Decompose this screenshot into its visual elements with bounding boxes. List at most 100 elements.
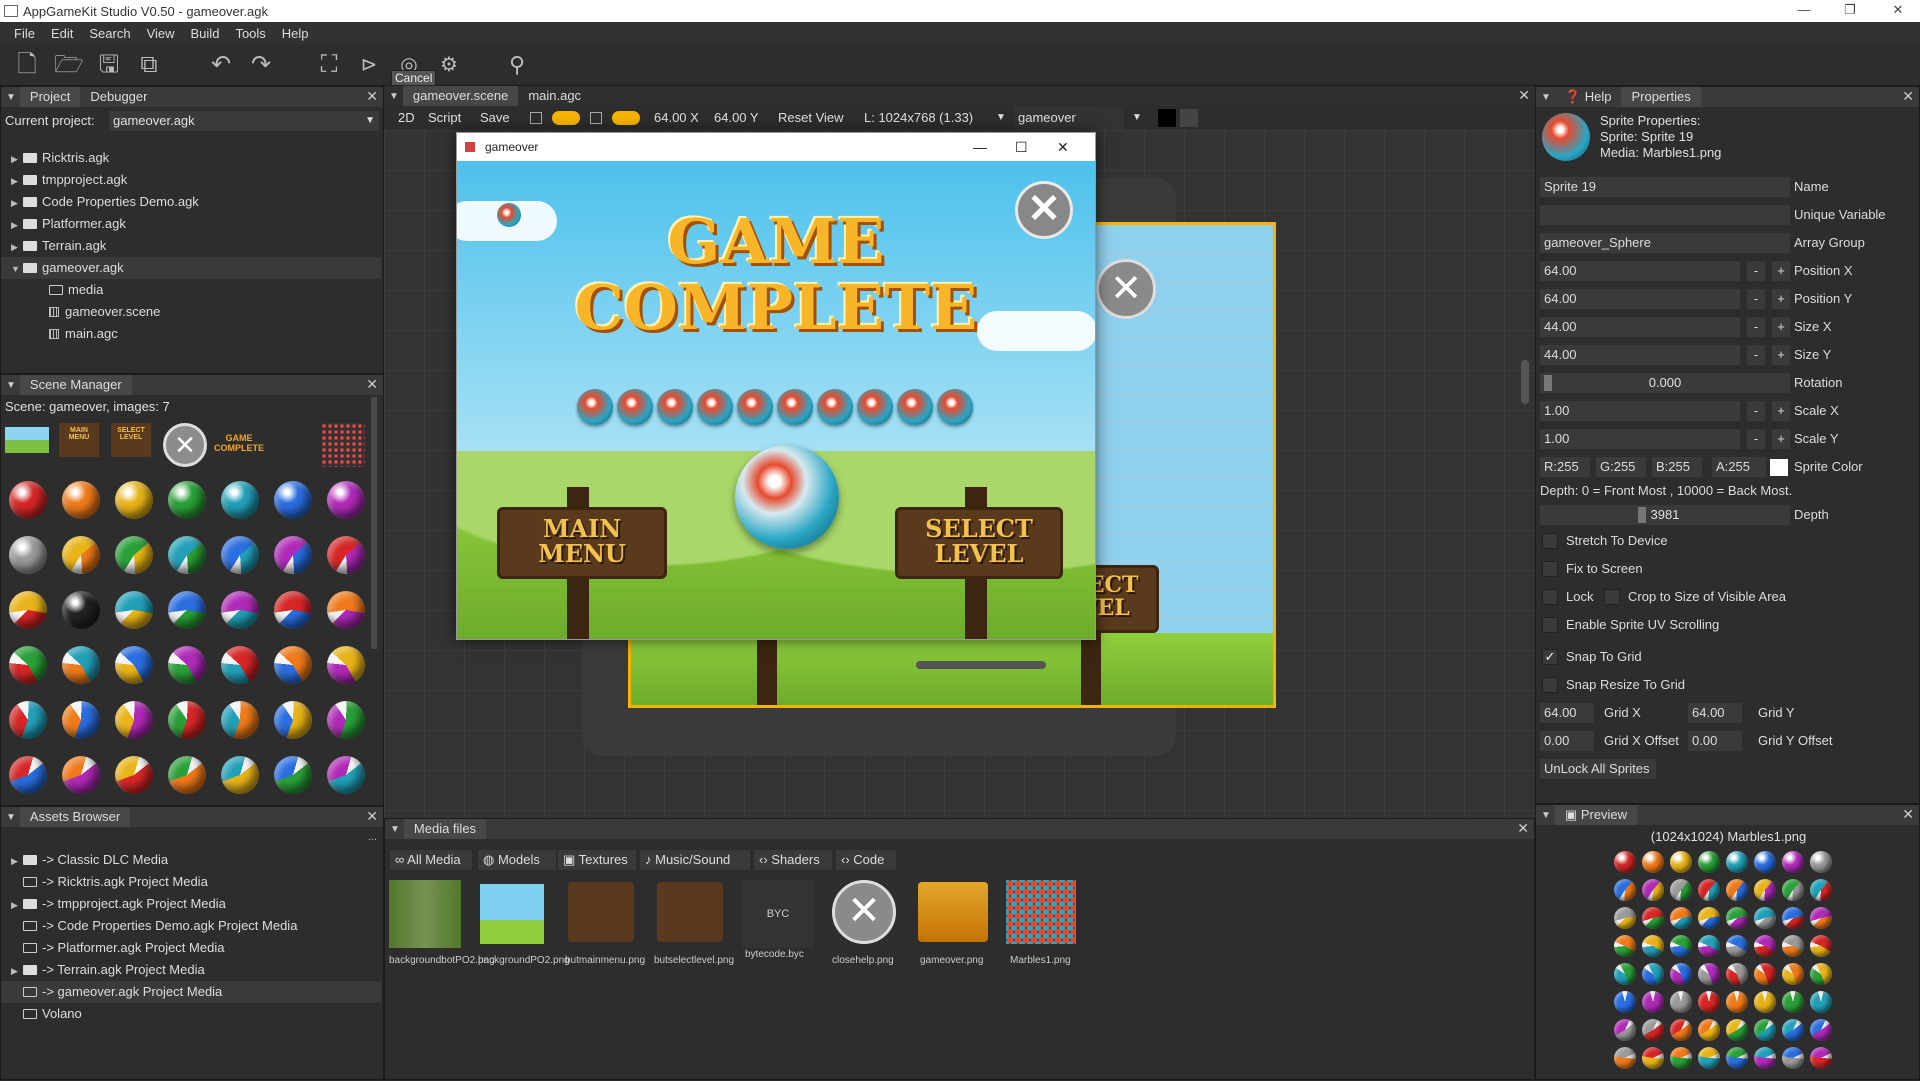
collapsed-arrow-icon[interactable]: ▶: [11, 170, 23, 192]
scale-y-field[interactable]: 1.00: [1540, 429, 1740, 449]
sprite-palette-ball[interactable]: [62, 756, 100, 794]
sprite-palette-ball[interactable]: [62, 646, 100, 684]
chevron-down-icon[interactable]: ▼: [1132, 106, 1142, 130]
marble-sprite[interactable]: [937, 389, 973, 425]
chevron-down-icon[interactable]: ▼: [996, 106, 1006, 130]
assets-tree-item[interactable]: -> Ricktris.agk Project Media: [1, 871, 381, 893]
marble-sprite[interactable]: [777, 389, 813, 425]
vertical-scrollbar[interactable]: [1521, 360, 1529, 404]
crop-checkbox[interactable]: [1604, 589, 1620, 605]
sprite-palette-ball[interactable]: [9, 646, 47, 684]
position-x-decrement-button[interactable]: -: [1747, 261, 1765, 281]
grid-x-offset-field[interactable]: 0.00: [1540, 731, 1594, 751]
reset-view-button[interactable]: Reset View: [778, 106, 844, 130]
assets-tree-item[interactable]: ▶ -> Terrain.agk Project Media: [1, 959, 381, 981]
select-level-button[interactable]: SELECT LEVEL: [895, 507, 1063, 579]
sprite-palette-ball[interactable]: [9, 481, 47, 519]
sprite-palette-ball[interactable]: [327, 591, 365, 629]
tab-models[interactable]: ◍ Models: [478, 850, 556, 870]
sprite-palette-ball[interactable]: [327, 701, 365, 739]
sprite-palette-ball[interactable]: [274, 701, 312, 739]
sprite-palette-ball[interactable]: [221, 536, 259, 574]
position-y-increment-button[interactable]: +: [1772, 289, 1790, 309]
sprite-palette-ball[interactable]: [9, 536, 47, 574]
snap-resize-checkbox[interactable]: [1542, 677, 1558, 693]
save-scene-button[interactable]: Save: [480, 106, 510, 130]
size-y-increment-button[interactable]: +: [1772, 345, 1790, 365]
position-x-field[interactable]: 64.00: [1540, 261, 1740, 281]
collapsed-arrow-icon[interactable]: ▶: [11, 148, 23, 170]
red-field[interactable]: R:255: [1540, 457, 1590, 477]
tab-gameover-scene[interactable]: gameover.scene: [402, 86, 519, 106]
media-thumb-gameover[interactable]: [918, 882, 988, 942]
sprite-palette-ball[interactable]: [9, 756, 47, 794]
scene-scrollbar[interactable]: [371, 397, 377, 649]
sprite-palette-ball[interactable]: [115, 756, 153, 794]
collapsed-arrow-icon[interactable]: ▶: [11, 192, 23, 214]
run-icon[interactable]: ⊳: [352, 48, 386, 82]
sprite-palette-ball[interactable]: [274, 646, 312, 684]
sprite-palette-ball[interactable]: [274, 756, 312, 794]
size-y-decrement-button[interactable]: -: [1747, 345, 1765, 365]
sprite-color-swatch[interactable]: [1770, 459, 1788, 476]
size-x-increment-button[interactable]: +: [1772, 317, 1790, 337]
sprite-palette-ball[interactable]: [221, 646, 259, 684]
minimize-button[interactable]: —: [1786, 0, 1822, 22]
sprite-palette-ball[interactable]: [9, 701, 47, 739]
assets-tree-item[interactable]: Volano: [1, 1003, 381, 1025]
build-icon[interactable]: ⛶: [312, 48, 346, 82]
grid-icon[interactable]: [530, 112, 542, 124]
project-tree-item[interactable]: ▶ Terrain.agk: [1, 235, 381, 257]
grid-y-offset-field[interactable]: 0.00: [1688, 731, 1742, 751]
close-icon[interactable]: ✕: [1518, 87, 1530, 104]
scale-y-decrement-button[interactable]: -: [1747, 429, 1765, 449]
sprite-palette-ball[interactable]: [115, 646, 153, 684]
mode-2d-button[interactable]: 2D: [398, 106, 415, 130]
sprite-palette-ball[interactable]: [221, 756, 259, 794]
background-color-swatch[interactable]: [1158, 109, 1176, 127]
panel-menu-icon[interactable]: ▼: [6, 92, 16, 103]
sprite-palette-ball[interactable]: [221, 481, 259, 519]
size-x-field[interactable]: 44.00: [1540, 317, 1740, 337]
grid-y-field[interactable]: 64.00: [1688, 703, 1742, 723]
project-tree-item[interactable]: ▶ Code Properties Demo.agk: [1, 191, 381, 213]
close-sprite[interactable]: ✕: [1096, 259, 1156, 319]
position-x-increment-button[interactable]: +: [1772, 261, 1790, 281]
panel-menu-icon[interactable]: ▼: [389, 91, 399, 102]
collapsed-arrow-icon[interactable]: ▶: [11, 850, 23, 872]
position-y-decrement-button[interactable]: -: [1747, 289, 1765, 309]
sprite-palette-ball[interactable]: [327, 756, 365, 794]
tab-music-sound[interactable]: ♪ Music/Sound: [640, 850, 750, 870]
media-thumb-bytecode[interactable]: BYC: [742, 880, 814, 948]
tab-project[interactable]: Project: [19, 87, 81, 107]
expanded-arrow-icon[interactable]: ▼: [11, 258, 23, 280]
project-tree-item[interactable]: ▶ tmpproject.agk: [1, 169, 381, 191]
assets-tree-item[interactable]: -> Platformer.agk Project Media: [1, 937, 381, 959]
marble-sprite[interactable]: [657, 389, 693, 425]
panel-menu-icon[interactable]: ▼: [1541, 810, 1551, 821]
fix-to-screen-checkbox[interactable]: [1542, 561, 1558, 577]
undo-icon[interactable]: ↶: [204, 48, 238, 82]
position-y-field[interactable]: 64.00: [1540, 289, 1740, 309]
lock-checkbox[interactable]: [1542, 589, 1558, 605]
debug-icon[interactable]: ⚙: [432, 48, 466, 82]
sprite-palette-ball[interactable]: [115, 591, 153, 629]
save-icon[interactable]: 🖫: [92, 48, 126, 82]
grid-toggle[interactable]: [552, 111, 580, 125]
sprite-palette-ball[interactable]: [168, 646, 206, 684]
collapsed-arrow-icon[interactable]: ▶: [11, 894, 23, 916]
media-thumb-butmainmenu[interactable]: [568, 882, 634, 942]
collapsed-arrow-icon[interactable]: ▶: [11, 236, 23, 258]
marble-sprite[interactable]: [617, 389, 653, 425]
uv-scrolling-checkbox[interactable]: [1542, 617, 1558, 633]
sprite-palette-ball[interactable]: [168, 591, 206, 629]
main-menu-button[interactable]: MAIN MENU: [497, 507, 667, 579]
unlock-all-sprites-button[interactable]: UnLock All Sprites: [1540, 759, 1656, 779]
new-project-icon[interactable]: 🗋: [10, 48, 44, 82]
green-field[interactable]: G:255: [1596, 457, 1646, 477]
project-tree-item[interactable]: ▼ gameover.agk: [1, 257, 381, 279]
sprite-palette-ball[interactable]: [62, 481, 100, 519]
sprite-palette-ball[interactable]: [274, 591, 312, 629]
horizontal-scrollbar[interactable]: [916, 661, 1046, 669]
snap-icon[interactable]: [590, 112, 602, 124]
